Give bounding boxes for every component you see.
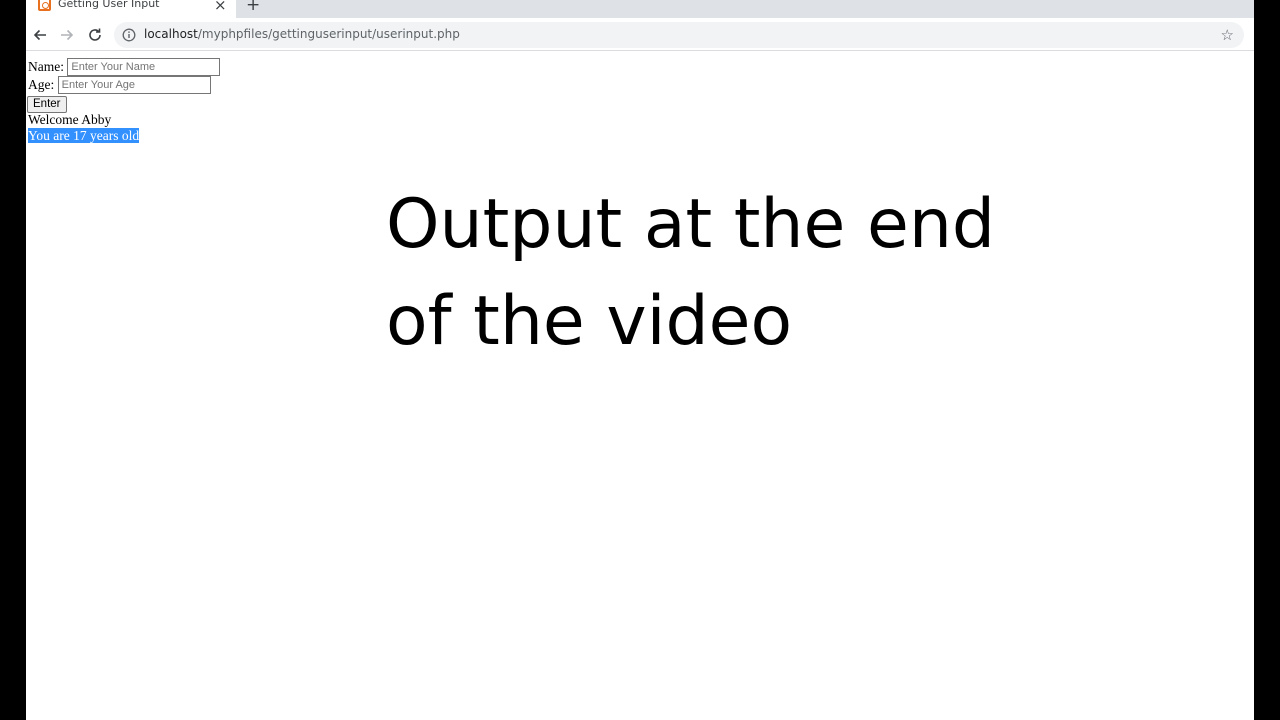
name-input[interactable] — [67, 58, 221, 76]
back-button[interactable] — [28, 23, 52, 47]
tab-getting-user-input[interactable]: Getting User Input × — [26, 0, 236, 18]
close-icon[interactable]: × — [214, 0, 227, 14]
address-bar[interactable]: localhost/myphpfiles/gettinguserinput/us… — [114, 22, 1244, 48]
age-row: Age: — [28, 76, 211, 94]
video-overlay-caption: Output at the end of the video — [386, 176, 1046, 370]
url-path: /myphpfiles/gettinguserinput/userinput.p… — [197, 27, 460, 41]
age-message: You are 17 years old — [28, 128, 140, 143]
browser-window: Getting User Input × + localhost/myphpfi… — [26, 0, 1254, 720]
welcome-message: Welcome Abby — [28, 112, 112, 127]
info-icon[interactable] — [122, 28, 136, 42]
forward-button[interactable] — [55, 23, 79, 47]
url-text[interactable]: localhost/myphpfiles/gettinguserinput/us… — [144, 27, 460, 41]
url-host: localhost — [144, 27, 198, 41]
xampp-icon — [38, 0, 51, 11]
tab-title: Getting User Input — [58, 0, 160, 10]
reload-button[interactable] — [83, 23, 107, 47]
name-label: Name: — [28, 59, 64, 74]
reload-icon — [89, 28, 101, 41]
arrow-right-icon — [61, 29, 74, 41]
age-label: Age: — [28, 77, 55, 92]
enter-button[interactable]: Enter — [27, 95, 67, 113]
age-message-row: You are 17 years old — [28, 128, 140, 144]
new-tab-button[interactable]: + — [246, 0, 260, 15]
enter-row: Enter — [27, 95, 67, 113]
star-icon[interactable]: ☆ — [1221, 26, 1234, 44]
page-content: Name: Age: Enter Welcome Abby You are 17… — [26, 52, 1254, 720]
name-row: Name: — [28, 58, 221, 76]
age-input[interactable] — [57, 76, 211, 94]
browser-toolbar: localhost/myphpfiles/gettinguserinput/us… — [26, 18, 1254, 51]
caption-line-1: Output at the end — [386, 185, 996, 264]
arrow-left-icon — [33, 29, 46, 41]
tab-strip: Getting User Input × + — [26, 0, 1254, 18]
caption-line-2: of the video — [386, 282, 793, 361]
